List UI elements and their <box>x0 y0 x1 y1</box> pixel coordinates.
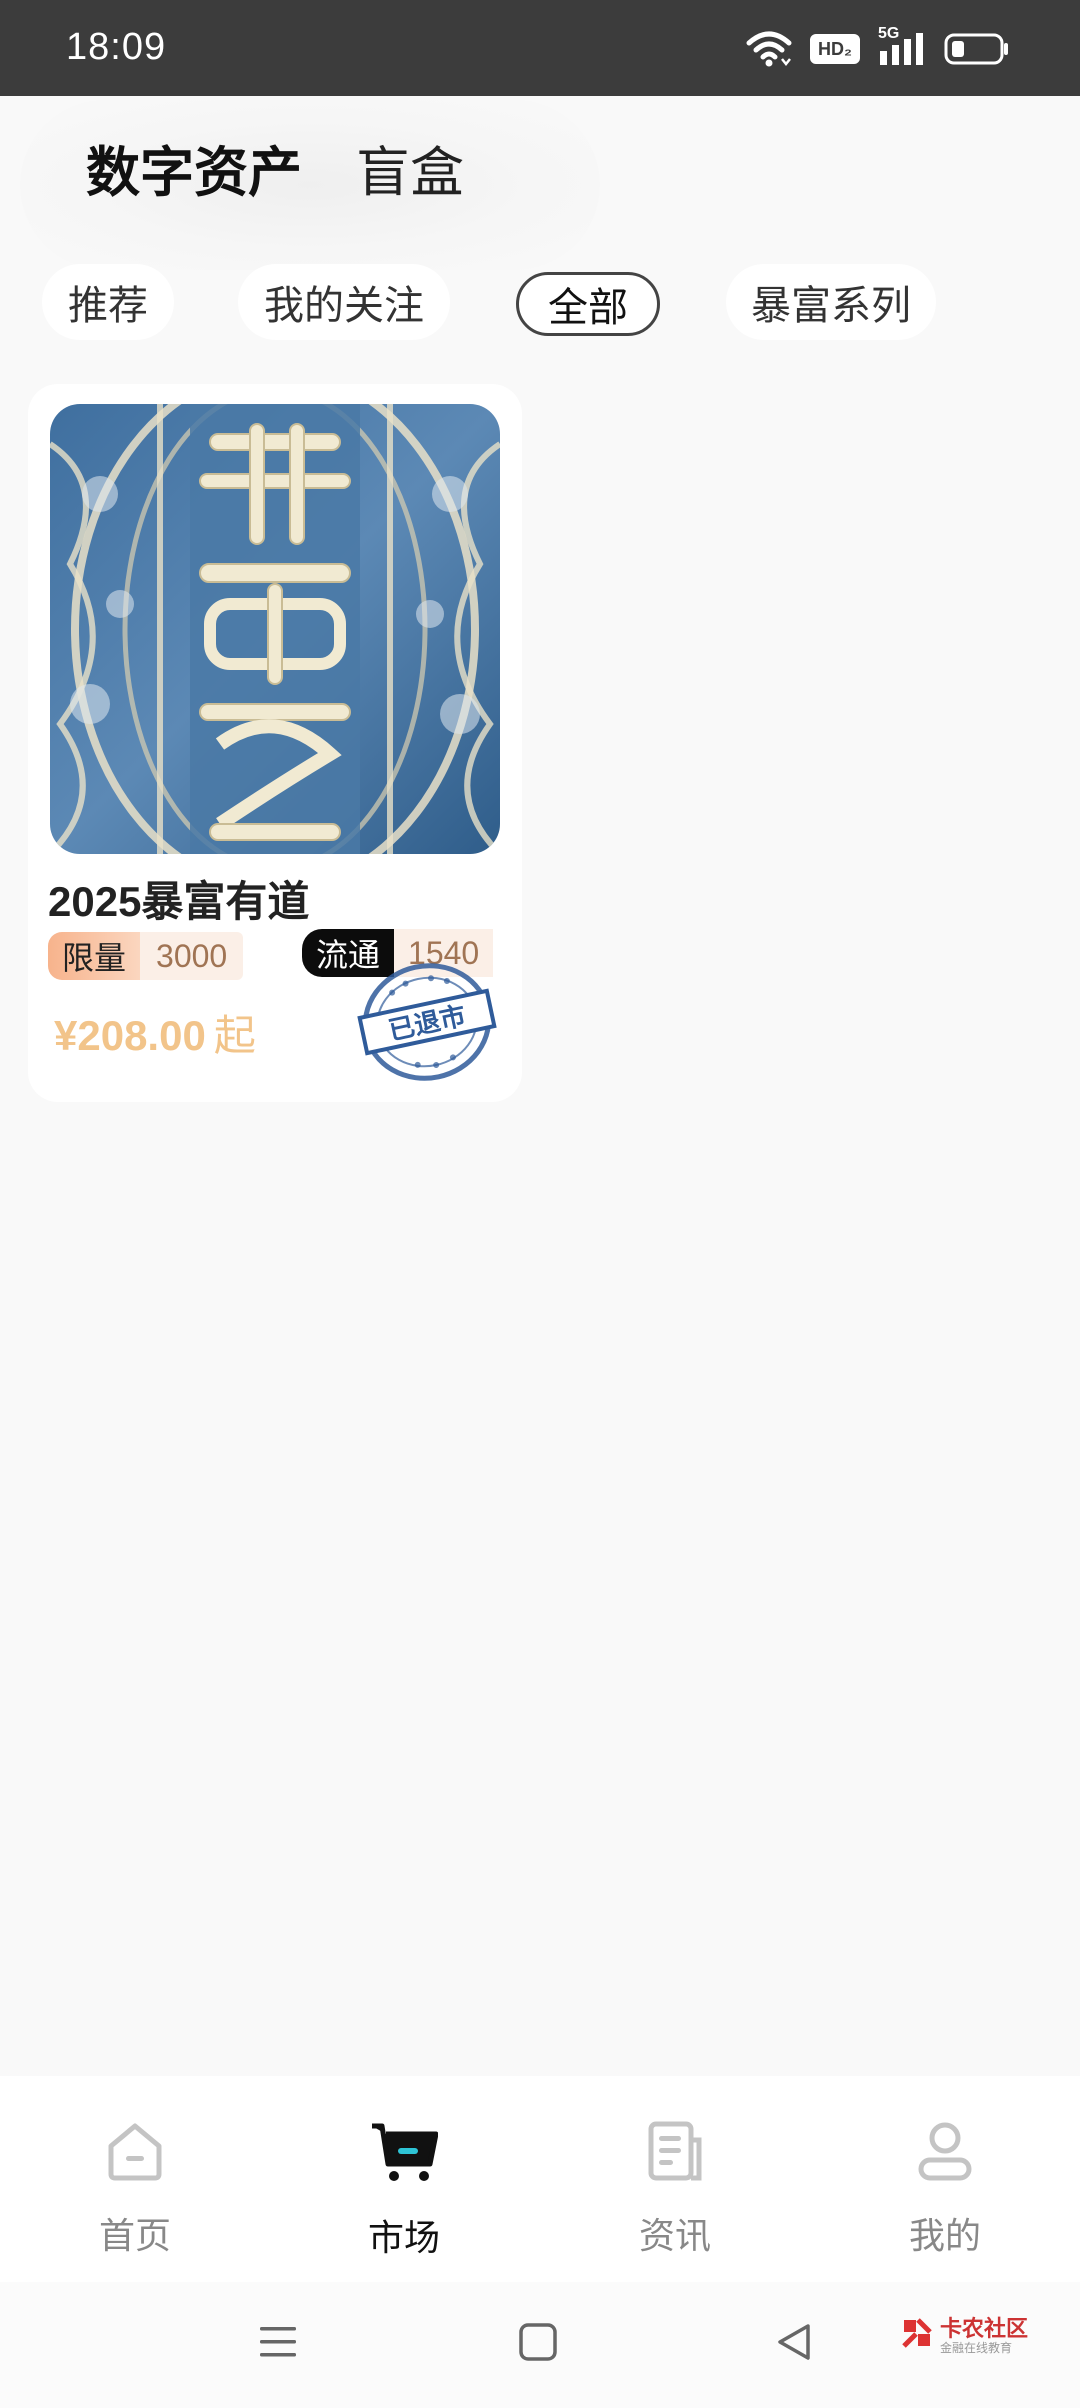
menu-icon[interactable] <box>258 2322 298 2367</box>
news-icon <box>645 2120 705 2187</box>
watermark-logo-icon <box>900 2316 934 2355</box>
wifi-icon <box>746 31 792 67</box>
battery-icon <box>944 32 1010 66</box>
limit-label: 限量 <box>48 932 141 980</box>
cart-icon <box>370 2120 439 2189</box>
profile-icon <box>915 2120 975 2187</box>
watermark-main: 卡农社区 <box>940 2315 1029 2341</box>
status-icons: HD₂ 5G <box>746 25 1010 70</box>
back-icon[interactable] <box>774 2322 814 2367</box>
status-bar: 18:09 HD₂ 5G <box>0 0 1080 96</box>
nav-market[interactable]: 市场 <box>304 2120 504 2261</box>
top-tabs: 数字资产 盲盒 <box>86 126 464 206</box>
limit-value: 3000 <box>140 932 244 980</box>
status-time: 18:09 <box>66 26 167 68</box>
watermark-sub: 金融在线教育 <box>940 2340 1013 2355</box>
nav-profile[interactable]: 我的 <box>845 2120 1045 2259</box>
chip-fortune-series[interactable]: 暴富系列 <box>726 264 936 340</box>
product-card[interactable]: 2025暴富有道 限量 3000 流通 1540 ¥208.00 起 已退市 <box>28 384 522 1102</box>
chip-all[interactable]: 全部 <box>516 272 660 336</box>
nav-profile-label: 我的 <box>908 2215 981 2256</box>
hd-voice-icon: HD₂ <box>810 34 860 64</box>
limit-tag: 限量 3000 <box>48 932 244 980</box>
watermark: 卡农社区 金融在线教育 <box>900 2316 1028 2355</box>
product-price: ¥208.00 起 <box>54 1002 256 1063</box>
watermark-text: 卡农社区 金融在线教育 <box>940 2315 1029 2355</box>
product-title: 2025暴富有道 <box>48 878 310 925</box>
tab-digital-assets[interactable]: 数字资产 <box>86 140 308 206</box>
delisted-stamp-icon: 已退市 <box>354 958 500 1086</box>
tab-blind-box[interactable]: 盲盒 <box>356 140 464 206</box>
chip-recommended[interactable]: 推荐 <box>42 264 174 340</box>
nav-home[interactable]: 首页 <box>35 2120 235 2259</box>
chip-my-follows[interactable]: 我的关注 <box>238 264 450 340</box>
signal-5g-icon: 5G <box>878 25 926 67</box>
price-suffix: 起 <box>213 1012 256 1059</box>
nav-home-label: 首页 <box>98 2215 171 2256</box>
bottom-nav: 首页 市场 资讯 我的 <box>0 2076 1080 2282</box>
price-value: ¥208.00 <box>54 1012 206 1059</box>
nav-news-label: 资讯 <box>638 2215 711 2256</box>
product-image <box>50 404 500 854</box>
nav-news[interactable]: 资讯 <box>575 2120 775 2259</box>
home-button-icon[interactable] <box>518 2322 558 2367</box>
network-type: 5G <box>878 25 900 42</box>
nav-market-label: 市场 <box>367 2217 440 2258</box>
home-icon <box>105 2120 165 2187</box>
system-nav-bar: 卡农社区 金融在线教育 <box>0 2282 1080 2408</box>
